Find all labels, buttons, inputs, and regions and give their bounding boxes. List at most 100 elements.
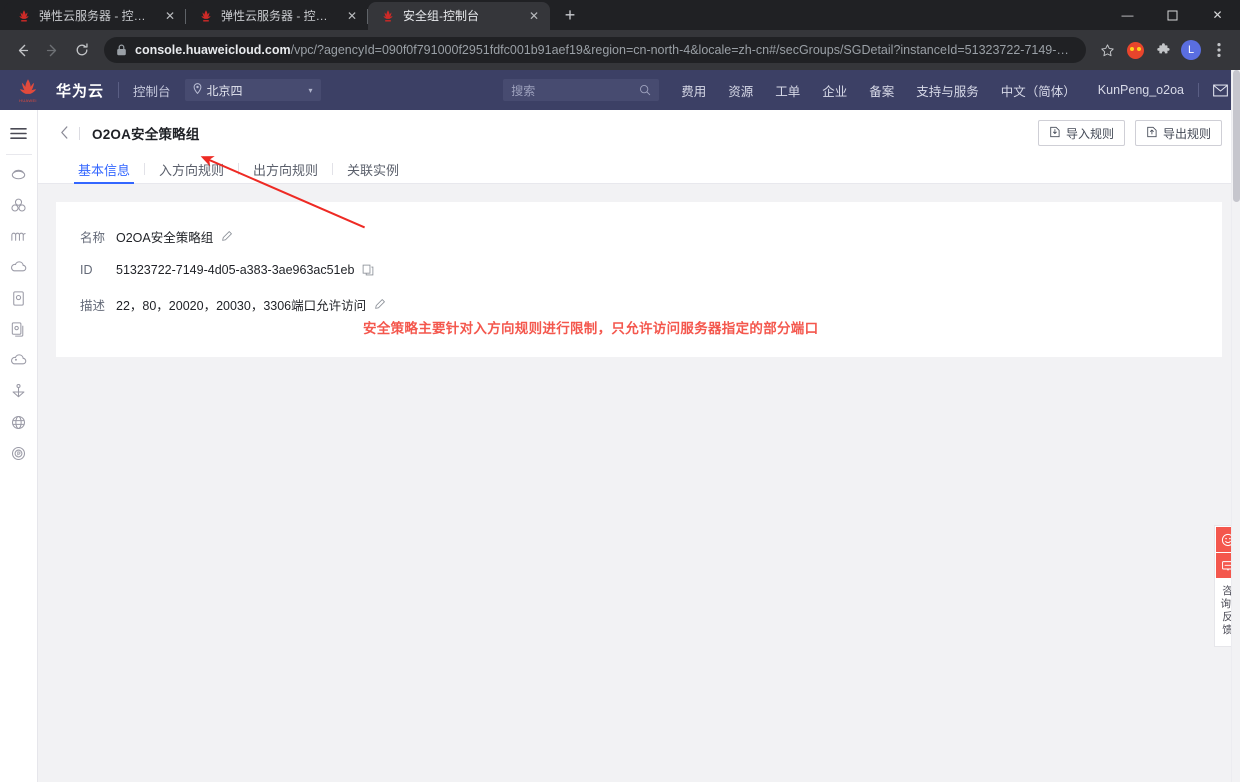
console-link[interactable]: 控制台 — [133, 81, 171, 100]
field-row-id: ID 51323722-7149-4d05-a383-3ae963ac51eb — [56, 260, 1222, 280]
page-content: O2OA安全策略组 导入规则 导出规则 基本信息 入方向规则 出方向规则 关联实… — [38, 110, 1240, 782]
minimize-button[interactable]: — — [1105, 0, 1150, 30]
region-selector[interactable]: 北京四 ▾ — [184, 79, 321, 101]
edit-pencil-icon[interactable] — [221, 230, 233, 242]
huawei-logo-text: HUAWEI — [19, 97, 37, 103]
sidebar-item-globe[interactable] — [0, 407, 38, 438]
header-nav-item-account[interactable]: KunPeng_o2oa — [1098, 83, 1184, 97]
close-icon[interactable]: ✕ — [344, 8, 360, 24]
tab-basic-info[interactable]: 基本信息 — [64, 154, 144, 184]
extension-red-icon[interactable] — [1122, 37, 1148, 63]
browser-menu-icon[interactable] — [1206, 37, 1232, 63]
close-icon[interactable]: ✕ — [526, 8, 542, 24]
scrollbar-thumb[interactable] — [1233, 70, 1240, 202]
sidebar-item-ecs[interactable] — [0, 159, 38, 190]
reload-button[interactable] — [68, 36, 96, 64]
export-icon — [1146, 126, 1158, 141]
sidebar-item-cloud-check[interactable] — [0, 345, 38, 376]
profile-avatar[interactable]: L — [1178, 37, 1204, 63]
huawei-icon — [380, 8, 396, 24]
page-header: O2OA安全策略组 导入规则 导出规则 基本信息 入方向规则 出方向规则 关联实… — [38, 110, 1240, 184]
page-title: O2OA安全策略组 — [92, 127, 200, 142]
sidebar-item-document[interactable] — [0, 283, 38, 314]
forward-button[interactable] — [38, 36, 66, 64]
import-rules-button[interactable]: 导入规则 — [1037, 120, 1125, 146]
page-tabs: 基本信息 入方向规则 出方向规则 关联实例 — [38, 154, 1240, 184]
url-domain: console.huaweicloud.com — [135, 43, 291, 57]
hamburger-menu-icon[interactable] — [0, 118, 38, 149]
sidebar-item-network[interactable] — [0, 221, 38, 252]
tab-outbound-rules[interactable]: 出方向规则 — [239, 154, 332, 184]
field-value-description: 22，80，20020，20030，3306端口允许访问 — [116, 295, 386, 314]
search-input[interactable]: 搜索 — [503, 79, 660, 101]
window-controls: — ✕ — [1105, 0, 1240, 30]
maximize-button[interactable] — [1150, 0, 1195, 30]
security-group-id: 51323722-7149-4d05-a383-3ae963ac51eb — [116, 263, 355, 277]
field-row-description: 描述 22，80，20020，20030，3306端口允许访问 — [56, 294, 1222, 314]
close-icon[interactable]: ✕ — [162, 8, 178, 24]
bookmark-star-icon[interactable] — [1094, 37, 1120, 63]
edit-pencil-icon[interactable] — [374, 298, 386, 310]
basic-info-card: 名称 O2OA安全策略组 ID 51323722-7149-4d05-a383-… — [56, 202, 1222, 357]
mail-icon[interactable] — [1213, 84, 1228, 97]
huawei-cloud-header: HUAWEI 华为云 控制台 北京四 ▾ 搜索 费用 资源 工单 企业 备案 支… — [0, 70, 1240, 110]
copy-icon[interactable] — [362, 264, 374, 276]
search-placeholder: 搜索 — [511, 83, 536, 98]
lock-icon — [116, 44, 127, 56]
browser-tab-2[interactable]: 弹性云服务器 - 控制台 ✕ — [186, 2, 368, 30]
browser-tab-3-active[interactable]: 安全组-控制台 ✕ — [368, 2, 550, 30]
tab-title: 弹性云服务器 - 控制台 — [221, 9, 337, 23]
sidebar-item-cluster[interactable] — [0, 190, 38, 221]
header-nav-item-enterprise[interactable]: 企业 — [822, 81, 847, 100]
page-body: O2OA安全策略组 导入规则 导出规则 基本信息 入方向规则 出方向规则 关联实… — [0, 110, 1240, 782]
brand-name: 华为云 — [56, 82, 105, 100]
import-icon — [1049, 126, 1061, 141]
field-value-name: O2OA安全策略组 — [116, 227, 233, 246]
left-sidebar-rail — [0, 110, 38, 782]
sidebar-item-cloud[interactable] — [0, 252, 38, 283]
extensions-puzzle-icon[interactable] — [1150, 37, 1176, 63]
page-viewport: HUAWEI 华为云 控制台 北京四 ▾ 搜索 费用 资源 工单 企业 备案 支… — [0, 70, 1240, 782]
address-bar[interactable]: console.huaweicloud.com/vpc/?agencyId=09… — [104, 37, 1086, 63]
header-title-divider — [79, 126, 80, 140]
tab-associated-instances[interactable]: 关联实例 — [333, 154, 413, 184]
import-rules-label: 导入规则 — [1065, 126, 1114, 141]
field-label-name: 名称 — [80, 230, 106, 245]
sidebar-item-anchor[interactable] — [0, 376, 38, 407]
browser-tab-1[interactable]: 弹性云服务器 - 控制台 ✕ — [4, 2, 186, 30]
close-window-button[interactable]: ✕ — [1195, 0, 1240, 30]
location-pin-icon — [193, 83, 202, 97]
field-value-id: 51323722-7149-4d05-a383-3ae963ac51eb — [116, 263, 374, 277]
header-nav-item-ticket[interactable]: 工单 — [775, 81, 800, 100]
header-nav-item-fee[interactable]: 费用 — [681, 81, 706, 100]
huawei-logo[interactable]: HUAWEI — [0, 78, 56, 103]
back-button[interactable] — [8, 36, 36, 64]
tab-inbound-rules[interactable]: 入方向规则 — [145, 154, 238, 184]
export-rules-label: 导出规则 — [1162, 126, 1211, 141]
sidebar-item-copy[interactable] — [0, 314, 38, 345]
search-icon[interactable] — [639, 84, 651, 96]
tab-title: 弹性云服务器 - 控制台 — [39, 9, 155, 23]
region-label: 北京四 — [206, 83, 243, 98]
browser-window: 弹性云服务器 - 控制台 ✕ 弹性云服务器 - 控制台 ✕ 安全组-控制台 ✕ — [0, 0, 1240, 782]
field-row-name: 名称 O2OA安全策略组 — [56, 226, 1222, 246]
url-path: /vpc/?agencyId=090f0f791000f2951fdfc001b… — [290, 43, 1074, 57]
chevron-down-icon: ▾ — [308, 85, 313, 95]
rail-divider — [5, 154, 32, 155]
page-scrollbar[interactable] — [1231, 70, 1240, 782]
header-nav-item-language[interactable]: 中文（简体） — [1001, 81, 1076, 100]
field-label-description: 描述 — [80, 298, 106, 313]
export-rules-button[interactable]: 导出规则 — [1134, 120, 1222, 146]
header-nav: 费用 资源 工单 企业 备案 支持与服务 中文（简体） KunPeng_o2oa — [681, 81, 1184, 100]
header-nav-item-resource[interactable]: 资源 — [728, 81, 753, 100]
header-nav-item-support[interactable]: 支持与服务 — [916, 81, 979, 100]
header-divider-2 — [1198, 83, 1199, 97]
chevron-left-icon[interactable] — [60, 125, 69, 141]
sidebar-item-circle-p[interactable] — [0, 438, 38, 469]
header-nav-item-icp[interactable]: 备案 — [869, 81, 894, 100]
huawei-icon — [198, 8, 214, 24]
tab-title: 安全组-控制台 — [403, 9, 479, 23]
new-tab-button[interactable]: + — [556, 1, 584, 29]
security-group-name: O2OA安全策略组 — [116, 230, 214, 245]
header-divider — [118, 82, 120, 98]
